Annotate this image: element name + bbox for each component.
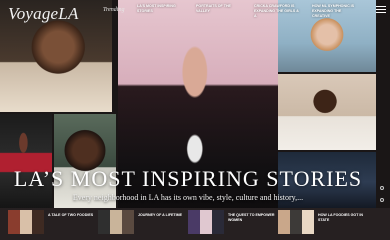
menu-icon[interactable] <box>376 6 386 13</box>
story-card-label[interactable]: THE QUEST TO EMPOWER WOMEN <box>228 213 278 223</box>
hero-title[interactable]: LA’S MOST INSPIRING STORIES <box>0 166 376 192</box>
nav-item-la-inspiring[interactable]: LA'S MOST INSPIRING STORIES <box>137 4 185 14</box>
share-icon[interactable] <box>380 186 384 190</box>
hero-photo-woman-sunglasses[interactable] <box>118 0 278 240</box>
photo-man-portrait[interactable] <box>278 74 376 150</box>
nav-item-portraits-valley[interactable]: PORTRAITS OF THE VALLEY <box>196 4 244 14</box>
nav-item-cricka-crawford[interactable]: CRICKA CRAWFORD IS EXPANDING THE GIRLS &… <box>254 4 302 19</box>
story-thumbnail[interactable] <box>98 210 134 234</box>
story-card-label[interactable]: HOW LA FOODIES GOT IN STATE <box>318 213 368 223</box>
bottom-story-strip: A TALE OF TWO FOODIES JOURNEY OF A LIFET… <box>0 208 390 240</box>
story-card-label[interactable]: JOURNEY OF A LIFETIME <box>138 213 188 218</box>
story-card-label[interactable]: A TALE OF TWO FOODIES <box>48 213 98 218</box>
nav-item-ml-symphonic[interactable]: HOW ML SYMPHONIC IS EXPANDING THE CREATI… <box>312 4 360 19</box>
share-icon[interactable] <box>380 198 384 202</box>
story-thumbnail[interactable] <box>8 210 44 234</box>
hero-subtitle: Every neighborhood in LA has its own vib… <box>72 193 304 202</box>
trending-label: Trending <box>103 7 125 13</box>
story-thumbnail[interactable] <box>278 210 314 234</box>
site-logo[interactable]: VoyageLA <box>8 4 79 24</box>
homepage: VoyageLA Trending LA'S MOST INSPIRING ST… <box>0 0 390 240</box>
story-thumbnail[interactable] <box>188 210 224 234</box>
